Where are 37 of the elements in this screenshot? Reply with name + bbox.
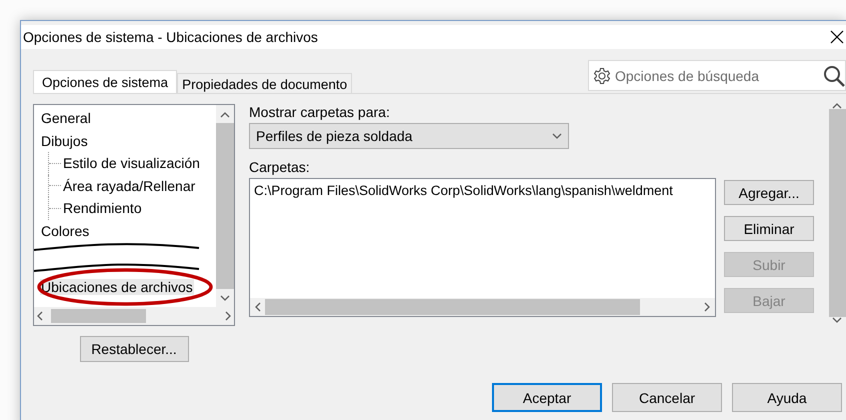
search-field[interactable]: Opciones de búsqueda (588, 60, 846, 91)
search-icon[interactable] (823, 64, 845, 86)
folder-type-dropdown[interactable]: Perfiles de pieza soldada (249, 123, 569, 149)
field-label: Carpetas: (249, 159, 311, 177)
tree-item[interactable]: Área rayada/Rellenar (62, 178, 196, 194)
scroll-left-icon[interactable] (36, 311, 43, 321)
tree-item[interactable]: Ubicaciones de archivos (40, 279, 194, 296)
scroll-left-icon[interactable] (254, 302, 261, 312)
scroll-down-icon[interactable] (220, 294, 230, 302)
tree-item[interactable]: Rendimiento (62, 200, 143, 216)
scrollbar-thumb[interactable] (265, 299, 640, 315)
tab[interactable]: Propiedades de documento (177, 73, 352, 94)
reset-button[interactable]: Restablecer... (80, 336, 188, 362)
dialog-button[interactable]: Ayuda (732, 383, 842, 412)
tree-item[interactable]: General (40, 110, 92, 126)
tree-item[interactable]: Colores (40, 222, 90, 239)
folder-path[interactable]: C:\Program Files\SolidWorks Corp\SolidWorks\lang\spanish\weldment (250, 179, 715, 202)
scroll-right-icon[interactable] (225, 311, 232, 321)
scroll-up-icon[interactable] (220, 110, 230, 118)
tree-item[interactable]: Estilo de visualización (62, 155, 201, 172)
scroll-right-icon[interactable] (704, 302, 711, 312)
tab[interactable]: Opciones de sistema (33, 70, 178, 94)
action-button[interactable]: Eliminar (724, 216, 814, 241)
gear-icon (593, 66, 611, 84)
field-label: Mostrar carpetas para: (249, 104, 391, 122)
action-button[interactable]: Agregar... (724, 180, 814, 205)
scrollbar-thumb[interactable] (828, 109, 846, 317)
window-title: Opciones de sistema - Ubicaciones de archivos (23, 29, 318, 45)
dropdown-caret-icon[interactable] (552, 132, 562, 140)
tree-item[interactable]: Dibujos (40, 132, 89, 149)
scroll-up-icon[interactable] (832, 102, 842, 109)
scroll-down-icon[interactable] (832, 317, 842, 324)
dialog-button[interactable]: Cancelar (612, 383, 722, 412)
scrollbar-thumb[interactable] (51, 309, 146, 323)
dialog-button[interactable]: Aceptar (492, 383, 602, 412)
close-icon[interactable] (830, 30, 844, 44)
search-placeholder: Opciones de búsqueda (615, 68, 760, 84)
